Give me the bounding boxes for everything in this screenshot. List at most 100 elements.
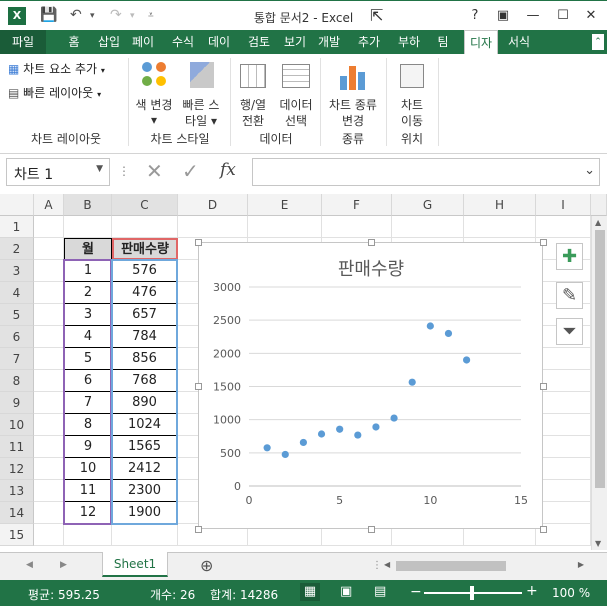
sales-cell[interactable]: 768 [112, 370, 178, 392]
column-header-f[interactable]: F [322, 194, 392, 216]
page-break-view-icon[interactable]: ▤ [374, 584, 386, 599]
tab-data[interactable]: 데이 [204, 30, 234, 54]
cell[interactable] [34, 458, 64, 480]
tab-split-icon[interactable]: ⋮ [372, 560, 382, 571]
scroll-up-icon[interactable]: ▲ [595, 218, 601, 227]
sales-cell[interactable]: 1900 [112, 502, 178, 524]
resize-handle[interactable] [367, 239, 375, 246]
row-header[interactable]: 2 [0, 238, 34, 260]
add-chart-element-button[interactable]: ▦ 차트 요소 추가 ▾ [8, 60, 120, 78]
tab-addins[interactable]: 추가 [354, 30, 384, 54]
sales-cell[interactable]: 657 [112, 304, 178, 326]
scroll-right-icon[interactable]: ▶ [60, 560, 67, 570]
cell[interactable] [34, 436, 64, 458]
sheet-tab-sheet1[interactable]: Sheet1 [102, 552, 168, 577]
header-sales-cell[interactable]: 판매수량 [112, 238, 178, 260]
cell[interactable] [34, 414, 64, 436]
tab-developer[interactable]: 개발 [314, 30, 344, 54]
tab-formulas[interactable]: 수식 [168, 30, 198, 54]
select-data-button[interactable]: 데이터 선택 [276, 58, 316, 128]
header-month-cell[interactable]: 월 [64, 238, 112, 260]
cell[interactable] [34, 304, 64, 326]
quick-layout-button[interactable]: ▤ 빠른 레이아웃 ▾ [8, 84, 120, 102]
page-layout-view-icon[interactable]: ▣ [340, 584, 352, 599]
tab-review[interactable]: 검토 [244, 30, 274, 54]
month-cell[interactable]: 8 [64, 414, 112, 436]
cell[interactable] [536, 216, 591, 238]
hscroll-thumb[interactable] [396, 561, 506, 571]
month-cell[interactable]: 1 [64, 260, 112, 282]
cell[interactable] [34, 282, 64, 304]
row-header[interactable]: 7 [0, 348, 34, 370]
column-header-a[interactable]: A [34, 194, 64, 216]
month-cell[interactable]: 2 [64, 282, 112, 304]
enter-icon[interactable]: ✓ [182, 159, 199, 183]
row-header[interactable]: 14 [0, 502, 34, 524]
resize-handle[interactable] [195, 526, 202, 533]
row-header[interactable]: 3 [0, 260, 34, 282]
resize-handle[interactable] [195, 239, 202, 246]
vertical-scrollbar[interactable]: ▲ ▼ [591, 216, 607, 550]
cell[interactable] [34, 326, 64, 348]
formula-more-icon[interactable]: ⋮ [118, 164, 130, 178]
month-cell[interactable]: 10 [64, 458, 112, 480]
horizontal-scrollbar[interactable]: ◀ ▶ [382, 559, 586, 573]
zoom-level[interactable]: 100 % [552, 586, 590, 600]
month-cell[interactable]: 7 [64, 392, 112, 414]
month-cell[interactable]: 9 [64, 436, 112, 458]
quick-styles-button[interactable]: 빠른 스 타일 ▾ [178, 58, 224, 128]
month-cell[interactable]: 12 [64, 502, 112, 524]
sales-cell[interactable]: 1565 [112, 436, 178, 458]
row-header[interactable]: 9 [0, 392, 34, 414]
tab-view[interactable]: 보기 [280, 30, 310, 54]
cell[interactable] [536, 458, 591, 480]
tab-team[interactable]: 팀 [432, 30, 454, 54]
row-header[interactable]: 12 [0, 458, 34, 480]
column-header-d[interactable]: D [178, 194, 248, 216]
cell[interactable] [64, 216, 112, 238]
resize-handle[interactable] [540, 239, 547, 246]
hscroll-left-icon[interactable]: ◀ [384, 560, 390, 569]
row-header[interactable]: 13 [0, 480, 34, 502]
cell[interactable] [34, 502, 64, 524]
cell[interactable] [536, 392, 591, 414]
chart-title[interactable]: 판매수량 [338, 259, 404, 280]
row-header[interactable]: 11 [0, 436, 34, 458]
maximize-button[interactable]: ☐ [550, 5, 576, 27]
chart-elements-button[interactable]: ✚ [556, 243, 583, 270]
sales-cell[interactable]: 2412 [112, 458, 178, 480]
switch-row-column-button[interactable]: 행/열 전환 [234, 58, 272, 128]
cell[interactable] [178, 216, 248, 238]
row-header[interactable]: 4 [0, 282, 34, 304]
cell[interactable] [34, 480, 64, 502]
sales-cell[interactable]: 1024 [112, 414, 178, 436]
month-cell[interactable]: 4 [64, 326, 112, 348]
column-header-g[interactable]: G [392, 194, 464, 216]
column-header-c[interactable]: C [112, 194, 178, 216]
zoom-slider[interactable] [424, 586, 522, 600]
cell[interactable] [64, 524, 112, 546]
resize-handle[interactable] [195, 382, 202, 390]
cell[interactable] [34, 260, 64, 282]
tab-page-layout[interactable]: 페이 [128, 30, 158, 54]
scroll-thumb[interactable] [595, 230, 605, 488]
row-header[interactable]: 15 [0, 524, 34, 546]
scroll-left-icon[interactable]: ◀ [26, 560, 33, 570]
column-header-h[interactable]: H [464, 194, 536, 216]
add-sheet-button[interactable]: ⊕ [200, 556, 213, 575]
hscroll-right-icon[interactable]: ▶ [578, 560, 584, 569]
column-header-b[interactable]: B [64, 194, 112, 216]
month-cell[interactable]: 6 [64, 370, 112, 392]
chart-filters-button[interactable]: ⏷ [556, 318, 583, 345]
close-button[interactable]: ✕ [578, 5, 604, 27]
cell[interactable] [112, 524, 178, 546]
minimize-button[interactable]: — [520, 5, 546, 27]
tab-load[interactable]: 부하 [394, 30, 424, 54]
month-cell[interactable]: 11 [64, 480, 112, 502]
cell[interactable] [536, 348, 591, 370]
column-header-e[interactable]: E [248, 194, 322, 216]
tab-format[interactable]: 서식 [502, 30, 536, 54]
cell[interactable] [536, 436, 591, 458]
row-header[interactable]: 6 [0, 326, 34, 348]
cell[interactable] [536, 502, 591, 524]
